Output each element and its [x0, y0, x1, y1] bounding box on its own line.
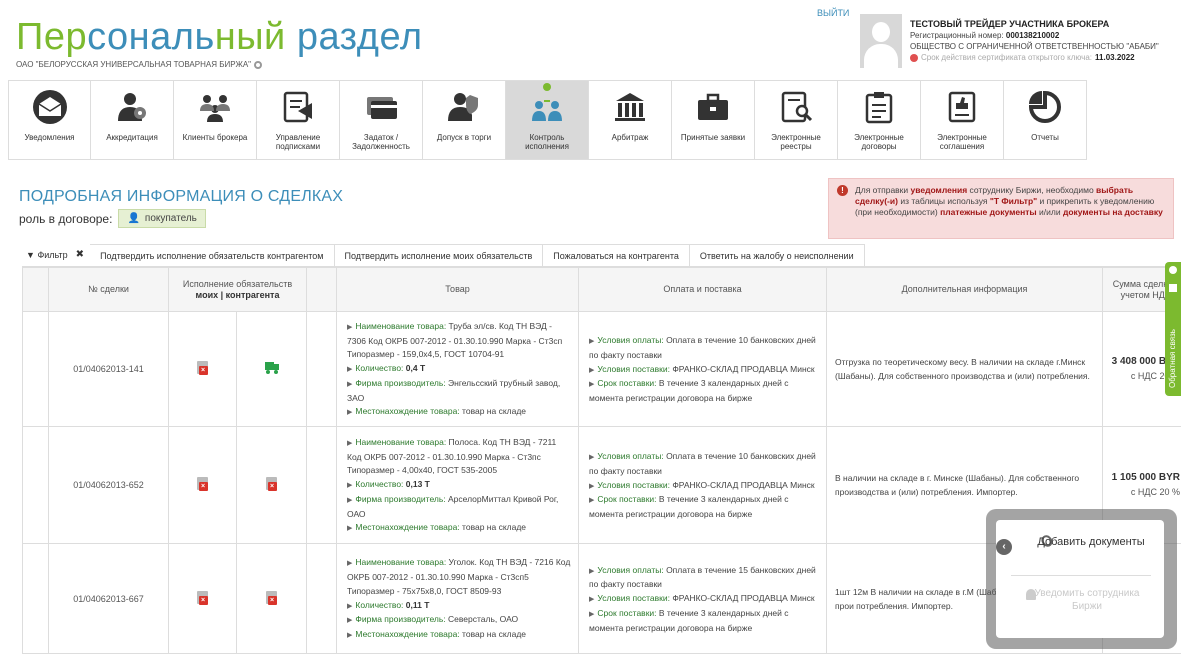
toolbar-electronic-contracts[interactable]: Электронные договоры: [838, 80, 921, 160]
user-name: ТЕСТОВЫЙ ТРЕЙДЕР УЧАСТНИКА БРОКЕРА: [910, 19, 1110, 29]
settings-icon[interactable]: [254, 60, 263, 69]
floating-actions-panel: ‹ Добавить документы Уведомить сотрудник…: [986, 509, 1177, 649]
feedback-tab[interactable]: Обратная связь: [1165, 262, 1181, 396]
toolbar-reports[interactable]: Отчеты: [1004, 80, 1087, 160]
card-icon: [361, 87, 401, 127]
contract-icon: [859, 87, 899, 127]
notification-notice: ! Для отправки уведомления сотруднику Би…: [828, 178, 1174, 239]
main-toolbar: Уведомления Аккредитация Клиенты брокера…: [8, 80, 1087, 160]
table-header: № сделки Исполнение обязательств моих | к…: [22, 267, 1181, 312]
toolbar-trade-admission[interactable]: Допуск в торги: [423, 80, 506, 160]
header: Персональный раздел ОАО "БЕЛОРУССКАЯ УНИ…: [0, 0, 1181, 76]
doc-rejected-icon[interactable]: ×: [265, 590, 279, 605]
subscription-icon: [278, 87, 318, 127]
deal-number: 01/04062013-667: [48, 543, 169, 654]
buyer-icon: 👤: [127, 213, 140, 224]
notify-staff-button[interactable]: Уведомить сотрудника Биржи: [1022, 587, 1152, 613]
col-execution: Исполнение обязательств моих | контрагент…: [167, 267, 308, 312]
section-title: ПОДРОБНАЯ ИНФОРМАЦИЯ О СДЕЛКАХ: [19, 188, 344, 205]
page-title: Персональный раздел: [16, 16, 423, 58]
agreement-icon: [942, 87, 982, 127]
role-badge: 👤 покупатель: [118, 209, 206, 228]
toolbar-broker-clients[interactable]: Клиенты брокера: [174, 80, 257, 160]
table-row[interactable]: 01/04062013-141 × ▶ Наименование товара: …: [22, 311, 1181, 427]
user-info: ТЕСТОВЫЙ ТРЕЙДЕР УЧАСТНИКА БРОКЕРА Регис…: [910, 19, 1175, 63]
goods-cell: ▶ Наименование товара: Уголок. Код ТН ВЭД…: [336, 543, 580, 654]
exchange-name: ОАО "БЕЛОРУССКАЯ УНИВЕРСАЛЬНАЯ ТОВАРНАЯ …: [16, 60, 263, 69]
row-select[interactable]: [22, 543, 49, 654]
toolbar-electronic-agreements[interactable]: Электронные соглашения: [921, 80, 1004, 160]
message-icon: [1169, 284, 1177, 292]
envelope-icon: [30, 87, 70, 127]
col-goods: Товар: [336, 267, 580, 312]
payment-cell: ▶ Условия оплаты: Оплата в течение 15 бан…: [578, 543, 828, 654]
tab-complain[interactable]: Пожаловаться на контрагента: [543, 244, 690, 266]
doc-rejected-icon[interactable]: ×: [196, 477, 210, 491]
toolbar-deposit-debt[interactable]: Задаток / Задолженность: [340, 80, 423, 160]
tab-filter[interactable]: ▼ Фильтр ✖: [22, 244, 91, 266]
doc-rejected-icon[interactable]: ×: [196, 361, 210, 375]
toolbar-notifications[interactable]: Уведомления: [8, 80, 91, 160]
registry-icon: [776, 87, 816, 127]
col-info: Дополнительная информация: [826, 267, 1104, 312]
toolbar-arbitration[interactable]: Арбитраж: [589, 80, 672, 160]
clients-icon: [195, 87, 235, 127]
col-spacer: [306, 267, 338, 312]
row-select[interactable]: [22, 311, 49, 427]
row-select[interactable]: [22, 426, 49, 544]
goods-cell: ▶ Наименование товара: Полоса. Код ТН ВЭД…: [336, 426, 580, 544]
user-gear-icon: [112, 87, 152, 127]
court-icon: [610, 87, 650, 127]
col-payment: Оплата и поставка: [578, 267, 828, 312]
toolbar-accreditation[interactable]: Аккредитация: [91, 80, 174, 160]
active-indicator: [543, 83, 551, 91]
logout-link[interactable]: ВЫЙТИ: [817, 8, 849, 18]
payment-cell: ▶ Условия оплаты: Оплата в течение 10 бан…: [578, 426, 828, 544]
cert-expiry: Срок действия сертификата открытого ключ…: [910, 52, 1175, 63]
filter-icon: ▼: [26, 250, 35, 260]
payment-cell: ▶ Условия оплаты: Оплата в течение 10 бан…: [578, 311, 828, 427]
avatar: [860, 14, 902, 68]
pie-chart-icon: [1025, 87, 1065, 127]
action-tabs: ▼ Фильтр ✖ Подтвердить исполнение обязате…: [22, 244, 865, 266]
toolbar-execution-control[interactable]: Контроль исполнения: [506, 80, 589, 160]
control-icon: [527, 87, 567, 127]
close-icon[interactable]: ✖: [76, 244, 84, 266]
certificate-icon: [910, 53, 918, 62]
tab-confirm-mine[interactable]: Подтвердить исполнение моих обязательств: [334, 244, 544, 266]
toolbar-electronic-registries[interactable]: Электронные реестры: [755, 80, 838, 160]
info-cell: Отгрузка по теоретическому весу. В налич…: [826, 311, 1104, 427]
col-select: [22, 267, 49, 312]
deal-number: 01/04062013-141: [48, 311, 169, 427]
contract-role: роль в договоре: 👤 покупатель: [19, 209, 206, 228]
briefcase-icon: [693, 87, 733, 127]
tab-answer-complaint[interactable]: Ответить на жалобу о неисполнении: [689, 244, 865, 266]
toolbar-subscriptions[interactable]: Управление подписками: [257, 80, 340, 160]
company-name: ОБЩЕСТВО С ОГРАНИЧЕННОЙ ОТВЕТСТВЕННОСТЬЮ…: [910, 42, 1159, 51]
add-documents-button[interactable]: Добавить документы: [1036, 535, 1146, 549]
doc-rejected-icon[interactable]: ×: [196, 590, 210, 605]
goods-cell: ▶ Наименование товара: Труба эл/св. Код Т…: [336, 311, 580, 427]
toolbar-accepted-bids[interactable]: Принятые заявки: [672, 80, 755, 160]
delivery-truck-icon[interactable]: [264, 362, 279, 374]
tab-confirm-counterparty[interactable]: Подтвердить исполнение обязательств конт…: [90, 244, 335, 266]
user-shield-icon: [444, 87, 484, 127]
deal-number: 01/04062013-652: [48, 426, 169, 544]
help-icon: [1169, 266, 1177, 274]
collapse-panel-button[interactable]: ‹: [996, 539, 1012, 555]
reg-number: Регистрационный номер: 000138210002: [910, 31, 1060, 40]
col-deal-number: № сделки: [48, 267, 169, 312]
alert-icon: !: [837, 185, 848, 196]
doc-rejected-icon[interactable]: ×: [265, 477, 279, 491]
